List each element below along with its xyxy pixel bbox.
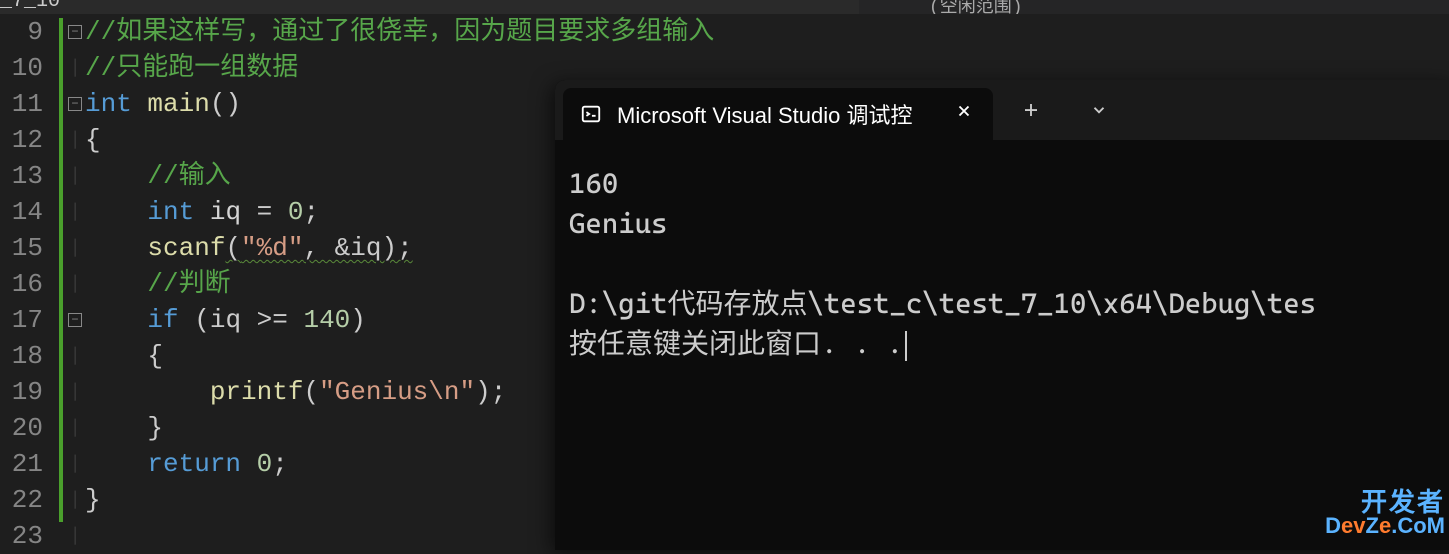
line-number: 22	[0, 482, 43, 518]
fold-gutter: │	[65, 50, 85, 86]
fold-gutter: │	[65, 122, 85, 158]
line-number: 15	[0, 230, 43, 266]
line-number: 19	[0, 374, 43, 410]
line-number: 21	[0, 446, 43, 482]
fold-gutter[interactable]: −	[65, 97, 85, 111]
line-number: 10	[0, 50, 43, 86]
fold-gutter[interactable]: −	[65, 313, 85, 327]
fold-collapse-icon[interactable]: −	[68, 25, 82, 39]
line-number: 9	[0, 14, 43, 50]
fold-collapse-icon[interactable]: −	[68, 313, 82, 327]
console-tab-title: Microsoft Visual Studio 调试控	[617, 98, 937, 130]
new-tab-button[interactable]	[1011, 90, 1051, 130]
console-tab-actions	[993, 80, 1137, 140]
line-number: 17	[0, 302, 43, 338]
terminal-icon	[579, 102, 603, 126]
line-number: 16	[0, 266, 43, 302]
tab-dropdown-button[interactable]	[1079, 90, 1119, 130]
fold-gutter: │	[65, 446, 85, 482]
cursor	[905, 331, 907, 361]
fold-gutter: │	[65, 482, 85, 518]
debug-console-window[interactable]: Microsoft Visual Studio 调试控 160 Genius D…	[555, 80, 1449, 550]
line-number: 11	[0, 86, 43, 122]
fold-gutter[interactable]: −	[65, 25, 85, 39]
line-number: 20	[0, 410, 43, 446]
line-number: 18	[0, 338, 43, 374]
fold-gutter: │	[65, 374, 85, 410]
line-number: 14	[0, 194, 43, 230]
console-output[interactable]: 160 Genius D:\git代码存放点\test_c\test_7_10\…	[555, 140, 1449, 388]
line-number: 23	[0, 518, 43, 554]
watermark: 开发者 DevZe.CoM	[1325, 489, 1445, 537]
fold-gutter: │	[65, 338, 85, 374]
filename-partial: _7_10	[0, 0, 60, 13]
code-line[interactable]: −//如果这样写，通过了很侥幸，因为题目要求多组输入	[65, 14, 1449, 50]
fold-gutter: │	[65, 194, 85, 230]
right-panel-header: (空闲范围)	[859, 0, 1449, 14]
close-icon[interactable]	[951, 102, 977, 127]
fold-gutter: │	[65, 158, 85, 194]
console-tabbar: Microsoft Visual Studio 调试控	[555, 80, 1449, 140]
line-number-gutter: 91011121314151617181920212223	[0, 14, 55, 543]
console-tab[interactable]: Microsoft Visual Studio 调试控	[563, 88, 993, 140]
fold-gutter: │	[65, 230, 85, 266]
line-number: 12	[0, 122, 43, 158]
fold-gutter: │	[65, 410, 85, 446]
line-number: 13	[0, 158, 43, 194]
fold-collapse-icon[interactable]: −	[68, 97, 82, 111]
fold-gutter: │	[65, 266, 85, 302]
fold-gutter: │	[65, 518, 85, 554]
